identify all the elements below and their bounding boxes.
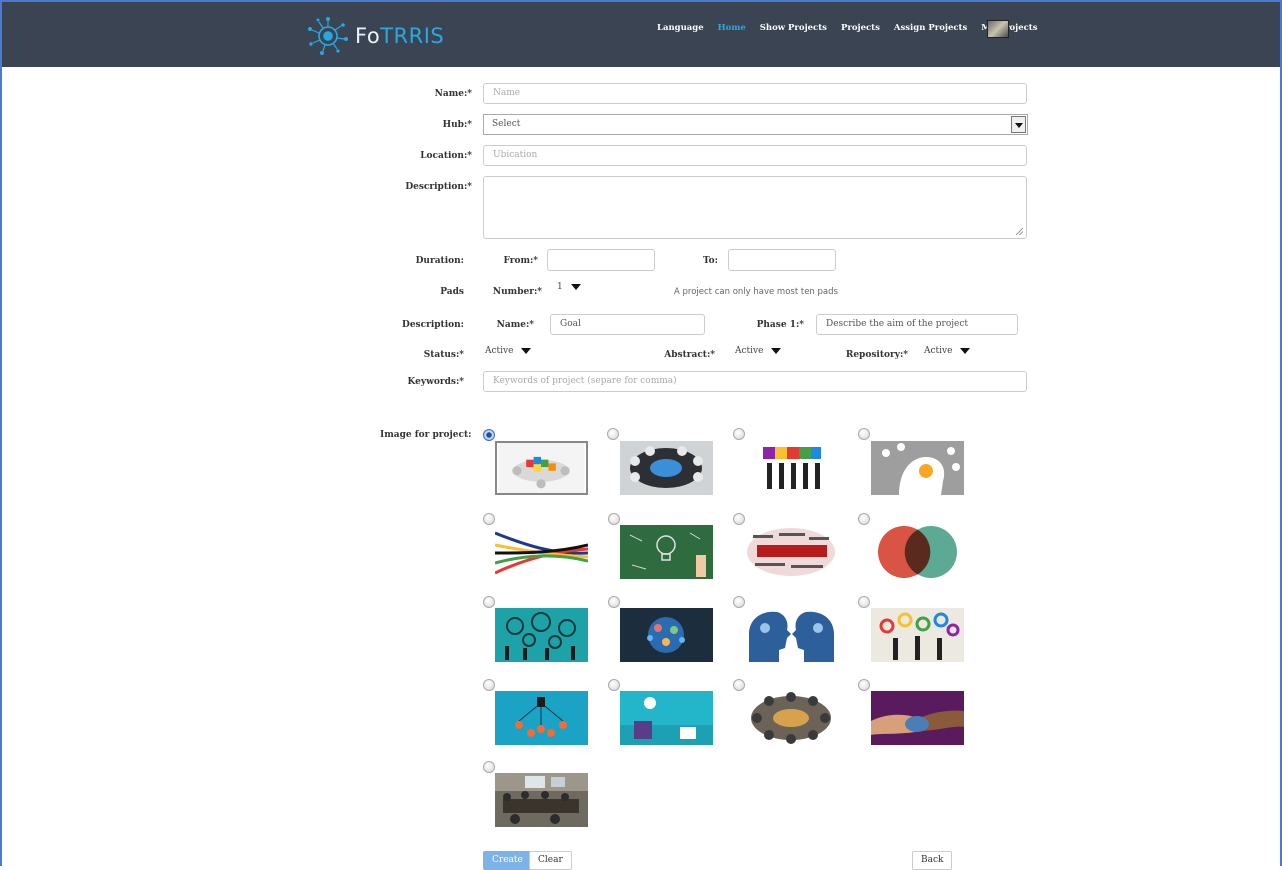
image-option-puzzle-hands-circle[interactable]: [620, 441, 713, 495]
puzzle-meeting-image: [498, 443, 585, 493]
image-radio-2[interactable]: [607, 428, 619, 440]
pad-name-input[interactable]: Goal: [550, 314, 705, 335]
clear-button[interactable]: Clear: [529, 851, 572, 870]
image-option-idea-team[interactable]: [620, 691, 713, 745]
image-option-meeting-room-photo[interactable]: [495, 773, 588, 827]
pads-number-label: Number:*: [492, 287, 542, 297]
pad-name-label: Name:*: [496, 320, 534, 330]
nav-projects[interactable]: Projects: [834, 21, 887, 35]
duration-label: Duration:: [415, 256, 464, 266]
chevron-down-icon: [521, 347, 532, 354]
image-radio-3[interactable]: [733, 428, 745, 440]
status-label: Status:*: [423, 350, 464, 360]
status-select[interactable]: Active: [485, 346, 532, 364]
phase-input[interactable]: Describe the aim of the project: [816, 314, 1018, 335]
image-radio-9[interactable]: [483, 596, 495, 608]
image-radio-7[interactable]: [733, 513, 745, 525]
nav-home[interactable]: Home: [711, 21, 753, 35]
hub-label: Hub:*: [442, 120, 472, 130]
from-label: From:*: [503, 256, 538, 266]
duration-from-input[interactable]: [547, 249, 655, 271]
image-option-holding-hands[interactable]: [871, 691, 964, 745]
image-radio-15[interactable]: [733, 679, 745, 691]
chevron-down-icon: [960, 347, 971, 354]
create-button[interactable]: Create: [483, 851, 532, 870]
hub-select[interactable]: Select: [483, 114, 1028, 135]
image-label: Image for project:: [380, 430, 472, 440]
chevron-down-icon: [570, 283, 581, 290]
pad-description-label: Description:: [402, 320, 464, 330]
image-radio-4[interactable]: [858, 428, 870, 440]
back-button[interactable]: Back: [912, 851, 953, 870]
description-textarea[interactable]: [483, 176, 1027, 239]
brand-logo[interactable]: FoTRRIS: [305, 14, 444, 58]
chevron-down-icon: [771, 347, 782, 354]
repository-value: Active: [924, 346, 953, 356]
nav-assign-projects[interactable]: Assign Projects: [887, 21, 974, 35]
image-option-head-ideas[interactable]: [871, 441, 964, 495]
image-option-people-gears[interactable]: [871, 608, 964, 662]
location-label: Location:*: [420, 151, 472, 161]
user-avatar[interactable]: [987, 20, 1009, 38]
repository-label: Repository:*: [845, 350, 908, 360]
image-option-people-circle-aerial[interactable]: [745, 691, 838, 745]
nav-show-projects[interactable]: Show Projects: [753, 21, 834, 35]
image-radio-6[interactable]: [608, 513, 620, 525]
image-radio-13[interactable]: [483, 679, 495, 691]
chevron-down-icon[interactable]: [1011, 116, 1026, 133]
phase-label: Phase 1:*: [756, 320, 804, 330]
image-option-me-us-you-venn[interactable]: [871, 525, 964, 579]
location-input[interactable]: Ubication: [483, 145, 1027, 166]
name-label: Name:*: [434, 89, 472, 99]
abstract-label: Abstract:*: [664, 350, 715, 360]
image-radio-11[interactable]: [733, 596, 745, 608]
image-option-puzzle-meeting[interactable]: [495, 441, 588, 495]
repository-select[interactable]: Active: [924, 346, 971, 364]
image-radio-12[interactable]: [858, 596, 870, 608]
main-nav: Language Home Show Projects Projects Ass…: [650, 21, 1044, 35]
abstract-select[interactable]: Active: [735, 346, 782, 364]
name-input[interactable]: Name: [483, 83, 1027, 104]
image-option-head-profiles-gears[interactable]: [745, 608, 838, 662]
image-radio-1[interactable]: [483, 429, 495, 441]
top-navbar: FoTRRIS Language Home Show Projects Proj…: [0, 0, 1282, 67]
description-label: Description:*: [405, 182, 472, 192]
nav-language[interactable]: Language: [650, 21, 711, 35]
brand-name: FoTRRIS: [355, 24, 445, 48]
to-label: To:: [703, 256, 718, 266]
image-option-team-network[interactable]: [495, 691, 588, 745]
keywords-label: Keywords:*: [407, 377, 464, 387]
pads-label: Pads: [440, 287, 464, 297]
nav-my-projects[interactable]: My Projects: [974, 21, 1044, 35]
keywords-input[interactable]: Keywords of project (separe for comma): [483, 371, 1027, 392]
status-value: Active: [485, 346, 514, 356]
fotrris-logo-icon: [308, 17, 348, 55]
abstract-value: Active: [735, 346, 764, 356]
hub-select-value: Select: [492, 119, 521, 129]
pads-number-select[interactable]: 1: [557, 282, 581, 300]
resize-grip-icon[interactable]: [1016, 228, 1023, 235]
image-radio-5[interactable]: [483, 513, 495, 525]
image-radio-10[interactable]: [608, 596, 620, 608]
pads-number-value: 1: [557, 282, 563, 292]
duration-to-input[interactable]: [728, 249, 836, 271]
image-radio-17[interactable]: [483, 761, 495, 773]
pads-hint: A project can only have most ten pads: [674, 287, 838, 297]
image-option-colored-ropes[interactable]: [495, 525, 588, 579]
image-radio-16[interactable]: [858, 679, 870, 691]
image-radio-14[interactable]: [608, 679, 620, 691]
image-option-collaboration-wordcloud[interactable]: [745, 525, 838, 579]
image-option-lightbulb-chalkboard[interactable]: [620, 525, 713, 579]
image-option-people-holding-puzzle[interactable]: [745, 441, 838, 495]
image-radio-8[interactable]: [858, 513, 870, 525]
image-option-gears-people[interactable]: [495, 608, 588, 662]
image-option-globe-icons[interactable]: [620, 608, 713, 662]
